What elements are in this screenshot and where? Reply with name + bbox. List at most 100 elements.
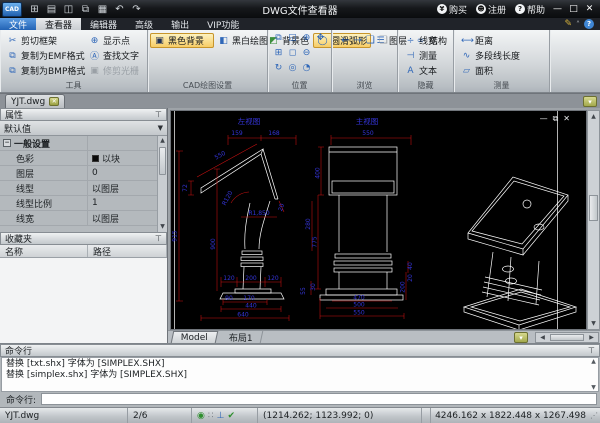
- draft-check-icon[interactable]: ✔: [227, 411, 235, 421]
- rotate-view-icon[interactable]: ↻: [272, 63, 286, 78]
- scroll-down-icon[interactable]: ▼: [158, 222, 167, 232]
- scroll-down-icon[interactable]: ▼: [589, 384, 598, 391]
- menu-bar: 文件 查看器 编辑器 高级 输出 VIP功能 ✎ ˄ ?: [0, 18, 600, 31]
- property-row-ltscale[interactable]: 线型比例 1: [0, 196, 167, 211]
- scroll-thumb[interactable]: [159, 147, 166, 175]
- find-text-button[interactable]: Ⓐ 查找文字: [85, 48, 147, 63]
- zoom-out-icon[interactable]: ⊖: [300, 48, 314, 63]
- cad-canvas[interactable]: 左视图 159 168 550 72 R120 R1,850 20 915 90…: [170, 110, 587, 331]
- undo-icon[interactable]: ↶: [111, 4, 128, 15]
- ortho-icon[interactable]: ⊥: [217, 411, 225, 421]
- hide-text-button[interactable]: A 文本: [401, 63, 453, 78]
- open-file-icon[interactable]: ▤: [43, 4, 60, 15]
- tab-advanced[interactable]: 高级: [126, 18, 162, 31]
- zoom-scale-icon[interactable]: ◔: [300, 63, 314, 78]
- help-button[interactable]: ? 帮助: [512, 3, 548, 16]
- collapse-icon[interactable]: −: [3, 139, 11, 147]
- cut-frame-button[interactable]: ✂ 剪切框架: [3, 33, 85, 48]
- tab-vip[interactable]: VIP功能: [198, 18, 248, 31]
- document-tab[interactable]: YJT.dwg ✕: [5, 94, 66, 108]
- collapse-ribbon-icon[interactable]: ˄: [576, 20, 580, 29]
- show-point-button[interactable]: ⊕ 显示点: [85, 33, 147, 48]
- pin-icon[interactable]: ⊤: [588, 346, 595, 355]
- minimize-button[interactable]: —: [551, 4, 564, 14]
- resize-grip[interactable]: ⋰: [590, 411, 600, 420]
- page-jump-icon[interactable]: ❏: [366, 35, 375, 46]
- scroll-down-icon[interactable]: ▼: [588, 318, 599, 329]
- mdi-close-icon[interactable]: ✕: [563, 114, 570, 124]
- back-icon[interactable]: ←: [341, 35, 349, 46]
- favorites-list[interactable]: [0, 258, 167, 343]
- zoom-in-icon[interactable]: ⊕: [300, 33, 314, 48]
- canvas-horizontal-scrollbar[interactable]: ◀ ▶: [535, 332, 599, 343]
- save-icon[interactable]: ◫: [60, 4, 77, 15]
- scroll-thumb[interactable]: [550, 334, 584, 341]
- measure-polyline-button[interactable]: ∿ 多段线长度: [457, 48, 549, 63]
- property-row-lineweight[interactable]: 线宽 以图层: [0, 211, 167, 226]
- hide-linewidth-button[interactable]: ÷ 线宽: [401, 33, 453, 48]
- copy-emf-button[interactable]: ⧉ 复制为EMF格式: [3, 48, 85, 63]
- tab-editor[interactable]: 编辑器: [81, 18, 126, 31]
- help-circle-icon[interactable]: ?: [584, 19, 594, 29]
- scroll-thumb[interactable]: [589, 195, 598, 221]
- page-jump2-icon[interactable]: ❏: [379, 35, 388, 46]
- tab-file[interactable]: 文件: [0, 18, 37, 31]
- black-background-toggle[interactable]: ▣ 黑色背景: [150, 33, 214, 48]
- property-row-layer[interactable]: 图层 0: [0, 166, 167, 181]
- zoom-prev-icon[interactable]: ◎: [286, 63, 300, 78]
- print-icon[interactable]: ▦: [94, 4, 111, 15]
- maximize-button[interactable]: □: [567, 4, 580, 14]
- zoom-selection-icon[interactable]: ◱: [286, 33, 300, 48]
- scroll-up-icon[interactable]: ▲: [589, 358, 598, 365]
- register-button[interactable]: ☻ 注册: [473, 3, 509, 16]
- redo-icon[interactable]: ↷: [128, 4, 145, 15]
- tab-viewer[interactable]: 查看器: [36, 18, 82, 31]
- zoom-extents-icon[interactable]: ◻: [286, 48, 300, 63]
- forward-icon[interactable]: →: [354, 35, 362, 46]
- column-name[interactable]: 名称: [0, 245, 88, 258]
- scroll-up-icon[interactable]: ▲: [158, 136, 167, 146]
- measure-distance-button[interactable]: ⟷ 距离: [457, 33, 549, 48]
- layout1-tab[interactable]: 布局1: [219, 331, 264, 344]
- mdi-restore-icon[interactable]: ⧉: [553, 114, 559, 124]
- zoom-window-icon[interactable]: ⧉: [272, 33, 286, 48]
- properties-header: 属性 ⊤: [0, 108, 167, 121]
- canvas-vertical-scrollbar[interactable]: ▲ ▼: [587, 110, 600, 330]
- property-row-linetype[interactable]: 线型 以图层: [0, 181, 167, 196]
- pencil-icon[interactable]: ✎: [564, 19, 572, 29]
- hide-measure-button[interactable]: ⊣ 测量: [401, 48, 453, 63]
- scroll-up-icon[interactable]: ▲: [588, 111, 599, 122]
- copy-view-icon[interactable]: ⊞: [272, 48, 286, 63]
- save-as-icon[interactable]: ⧉: [77, 4, 94, 15]
- scroll-left-icon[interactable]: ◀: [536, 333, 549, 342]
- trim-raster-button[interactable]: ▣ 修剪光栅: [85, 63, 147, 78]
- app-logo[interactable]: CAD: [2, 1, 22, 17]
- ribbon-group-tools: ✂ 剪切框架 ⊕ 显示点 ⧉ 复制为EMF格式 Ⓐ 查找文字 ⧉ 复制为BMP格式 ▣ 修剪…: [0, 30, 148, 92]
- sheet-list-chevron-icon[interactable]: ▾: [514, 332, 528, 343]
- tab-output[interactable]: 输出: [162, 18, 198, 31]
- command-input[interactable]: [41, 393, 597, 405]
- scroll-right-icon[interactable]: ▶: [585, 333, 598, 342]
- mdi-minimize-icon[interactable]: —: [540, 114, 548, 124]
- pin-icon[interactable]: ⊤: [155, 110, 162, 119]
- model-tab[interactable]: Model: [170, 331, 219, 343]
- copy-bmp-button[interactable]: ⧉ 复制为BMP格式: [3, 63, 85, 78]
- command-scrollbar[interactable]: ▲ ▼: [589, 358, 598, 391]
- command-history[interactable]: 替换 [txt.shx] 字体为 [SIMPLEX.SHX] 替换 [simpl…: [1, 357, 599, 392]
- preset-dropdown[interactable]: 默认值 ▼: [0, 121, 167, 136]
- pin-icon[interactable]: ⊤: [155, 234, 162, 243]
- property-grid-scrollbar[interactable]: ▲ ▼: [157, 136, 167, 232]
- black-white-drawing-button[interactable]: ◧ 黑白绘图: [214, 33, 268, 48]
- grid-icon[interactable]: ∷: [208, 411, 214, 421]
- property-group-row[interactable]: − 一般设置: [0, 136, 167, 151]
- new-file-icon[interactable]: ⊞: [26, 4, 43, 15]
- close-document-icon[interactable]: ✕: [49, 97, 60, 106]
- buy-button[interactable]: ¥ 购买: [434, 3, 470, 16]
- pan-hand-icon[interactable]: ✥: [314, 33, 328, 48]
- property-row-color[interactable]: 色彩 以块: [0, 151, 167, 166]
- regen-icon[interactable]: ◉: [197, 411, 205, 421]
- measure-area-button[interactable]: ▱ 面积: [457, 63, 549, 78]
- tab-list-chevron-icon[interactable]: ▾: [583, 96, 597, 107]
- column-path[interactable]: 路径: [88, 245, 167, 258]
- close-button[interactable]: ✕: [583, 4, 596, 14]
